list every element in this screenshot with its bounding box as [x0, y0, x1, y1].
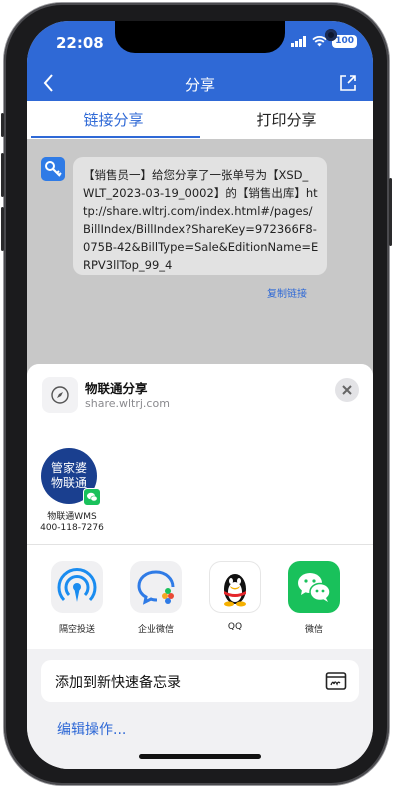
tab-print-share[interactable]: 打印分享: [200, 101, 373, 139]
safari-compass-icon: [42, 377, 78, 413]
quick-note-icon: [325, 672, 347, 690]
wechat-icon: [288, 561, 340, 613]
signal-icon: [291, 36, 307, 47]
share-app-wecom[interactable]: 企业微信: [123, 561, 189, 635]
share-sheet-url: share.wltrj.com: [85, 397, 170, 410]
tab-link-share[interactable]: 链接分享: [27, 101, 200, 139]
qq-icon: [209, 561, 261, 613]
volume-down-button: [1, 207, 4, 251]
add-quick-note-action[interactable]: 添加到新快速备忘录: [41, 660, 359, 702]
notch: [115, 21, 337, 53]
avatar-text-line1: 管家婆: [50, 461, 87, 475]
share-out-icon[interactable]: [337, 72, 359, 94]
contact-name: 物联通WMS 400-118-7276: [37, 512, 107, 534]
close-button[interactable]: [335, 378, 359, 402]
message-area: 【销售员一】给您分享了一张单号为【XSD_WLT_2023-03-19_0002…: [27, 139, 373, 369]
key-icon: [41, 157, 65, 181]
mute-switch: [1, 113, 4, 137]
share-apps-row: 隔空投送 企业微信 QQ 微信: [27, 545, 373, 649]
home-indicator[interactable]: [139, 754, 261, 759]
share-message-bubble: 【销售员一】给您分享了一张单号为【XSD_WLT_2023-03-19_0002…: [73, 157, 327, 275]
share-app-airdrop[interactable]: 隔空投送: [44, 561, 110, 635]
share-sheet: 物联通分享 share.wltrj.com 管家婆 物联通 物联通WMS 400…: [27, 364, 373, 769]
share-app-label: QQ: [227, 622, 243, 632]
share-app-label: 企业微信: [137, 625, 174, 635]
share-app-qq[interactable]: QQ: [202, 561, 268, 632]
share-tabs: 链接分享 打印分享: [27, 101, 373, 139]
share-app-label: 隔空投送: [58, 625, 95, 635]
screen: 22:08 100 分享 链接分享 打印分享 【销售员一】给您分享了一张单号为【…: [27, 21, 373, 769]
phone-frame: 22:08 100 分享 链接分享 打印分享 【销售员一】给您分享了一张单号为【…: [1, 3, 392, 785]
contact-name-line2: 400-118-7276: [40, 523, 104, 533]
power-button: [389, 178, 392, 246]
active-tab-indicator: [31, 136, 200, 138]
copy-link-button[interactable]: 复制链接: [267, 285, 307, 300]
share-sheet-header: 物联通分享 share.wltrj.com: [27, 364, 373, 427]
contact-name-line1: 物联通WMS: [47, 512, 97, 522]
volume-up-button: [1, 153, 4, 197]
share-sheet-title: 物联通分享: [85, 381, 148, 396]
airdrop-icon: [51, 561, 103, 613]
action-label: 添加到新快速备忘录: [55, 675, 181, 691]
nav-bar: 分享: [27, 67, 373, 101]
camera-icon: [325, 29, 337, 41]
wechat-badge-icon: [83, 488, 101, 506]
wecom-icon: [130, 561, 182, 613]
edit-actions-link[interactable]: 编辑操作...: [57, 719, 126, 739]
close-icon: [342, 385, 352, 395]
page-title: 分享: [184, 76, 215, 94]
status-time: 22:08: [56, 34, 104, 52]
share-app-label: 微信: [304, 625, 323, 635]
share-app-wechat[interactable]: 微信: [281, 561, 347, 635]
contact-suggestions: 管家婆 物联通 物联通WMS 400-118-7276: [27, 426, 373, 545]
status-icons: 100: [291, 35, 357, 48]
